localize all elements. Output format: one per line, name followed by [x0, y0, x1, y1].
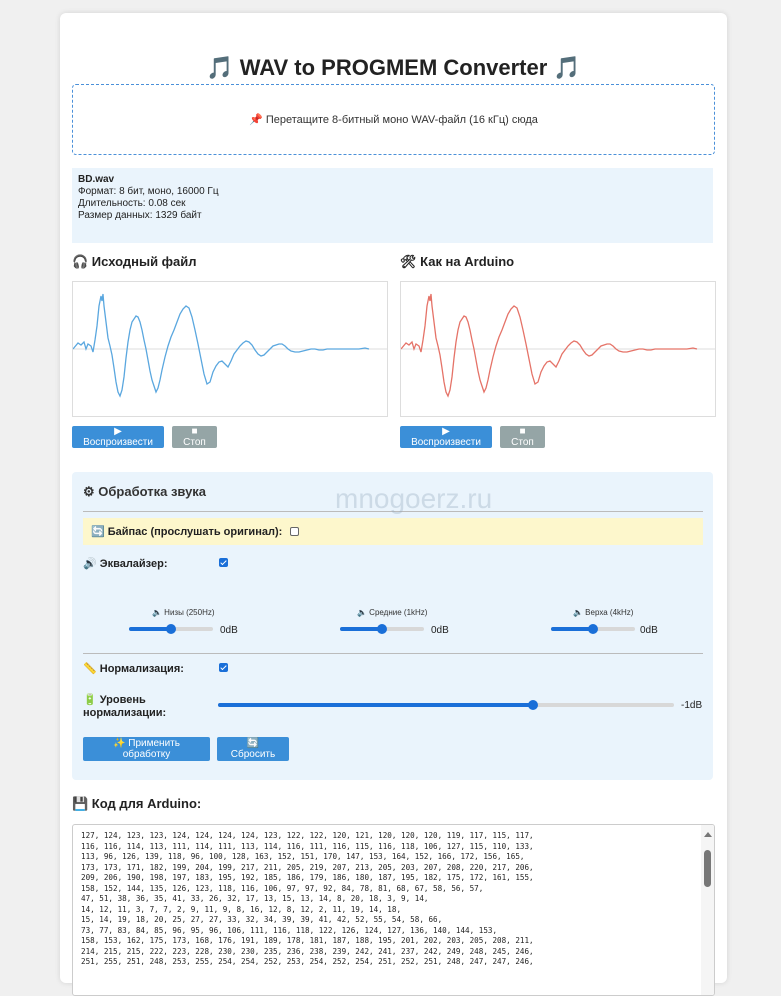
- dropzone-text: 📌 Перетащите 8-битный моно WAV-файл (16 …: [249, 114, 538, 126]
- arduino-waveform: [400, 281, 716, 417]
- bypass-label: 🔄 Байпас (прослушать оригинал):: [91, 526, 283, 538]
- processing-panel: ⚙ Обработка звука 🔄 Байпас (прослушать о…: [72, 472, 713, 780]
- file-info-panel: BD.wav Формат: 8 бит, моно, 16000 Гц Дли…: [72, 168, 713, 243]
- eq-mid-fill: [340, 627, 382, 631]
- processing-title: ⚙ Обработка звука: [83, 484, 207, 499]
- eq-mid-slider[interactable]: [340, 624, 424, 634]
- eq-low-label: 🔈 Низы (250Hz): [152, 608, 215, 617]
- equalizer-label: 🔊 Эквалайзер:: [83, 558, 168, 570]
- original-play-button[interactable]: ▶ Воспроизвести: [72, 426, 164, 448]
- code-output[interactable]: 127, 124, 123, 123, 124, 124, 124, 124, …: [72, 824, 715, 996]
- original-stop-button[interactable]: ■ Стоп: [172, 426, 217, 448]
- arduino-wave-path: [400, 293, 698, 398]
- code-text: 127, 124, 123, 123, 124, 124, 124, 124, …: [81, 831, 534, 966]
- norm-level-label-line2: нормализации:: [83, 707, 167, 719]
- watermark: mnogoerz.ru: [335, 483, 493, 514]
- eq-mid-label: 🔈 Средние (1kHz): [357, 608, 428, 617]
- processing-divider-mid: [83, 653, 703, 654]
- normalization-label: 📏 Нормализация:: [83, 663, 184, 675]
- norm-level-value: -1dB: [681, 700, 703, 711]
- arduino-waveform-svg: [400, 293, 715, 398]
- norm-level-label: 🔋 Уровень нормализации:: [83, 694, 166, 720]
- arduino-section-title: 🛠 Как на Arduino: [400, 254, 515, 269]
- file-duration: Длительность: 0.08 сек: [78, 198, 186, 209]
- norm-level-thumb[interactable]: [527, 700, 538, 710]
- apply-processing-button[interactable]: ✨ Применить обработку: [83, 737, 210, 761]
- original-section-title: 🎧 Исходный файл: [72, 254, 197, 269]
- original-waveform-svg: [72, 293, 387, 398]
- norm-level-label-line1: 🔋 Уровень: [83, 694, 146, 706]
- eq-mid-value: 0dB: [431, 625, 449, 636]
- file-format: Формат: 8 бит, моно, 16000 Гц: [78, 186, 219, 197]
- eq-high-fill: [551, 627, 593, 631]
- eq-low-slider[interactable]: [129, 624, 213, 634]
- eq-low-value: 0dB: [220, 625, 238, 636]
- file-size: Размер данных: 1329 байт: [78, 210, 202, 221]
- norm-level-slider[interactable]: [218, 700, 674, 710]
- bypass-row: 🔄 Байпас (прослушать оригинал):: [83, 518, 703, 545]
- eq-high-value: 0dB: [640, 625, 658, 636]
- original-waveform: [72, 281, 388, 417]
- code-section-title: 💾 Код для Arduino:: [72, 796, 202, 811]
- scroll-thumb[interactable]: [704, 850, 711, 887]
- original-wave-path: [72, 293, 370, 398]
- converter-card: 🎵 WAV to PROGMEM Converter 🎵 📌 Перетащит…: [60, 13, 727, 996]
- eq-high-label: 🔈 Верха (4kHz): [573, 608, 634, 617]
- wav-dropzone[interactable]: 📌 Перетащите 8-битный моно WAV-файл (16 …: [72, 84, 715, 155]
- eq-high-slider[interactable]: [551, 624, 635, 634]
- page-title: 🎵 WAV to PROGMEM Converter 🎵: [206, 55, 581, 80]
- scroll-up-arrow-icon[interactable]: [704, 832, 712, 837]
- reset-button[interactable]: 🔄 Сбросить: [217, 737, 289, 761]
- eq-mid-thumb[interactable]: [377, 624, 387, 634]
- bypass-checkbox[interactable]: [290, 527, 300, 536]
- eq-low-thumb[interactable]: [166, 624, 176, 634]
- normalization-checkbox[interactable]: [219, 663, 228, 672]
- eq-low-fill: [129, 627, 171, 631]
- equalizer-checkbox[interactable]: [219, 558, 228, 567]
- norm-level-fill: [218, 703, 533, 707]
- eq-high-thumb[interactable]: [588, 624, 598, 634]
- arduino-play-button[interactable]: ▶ Воспроизвести: [400, 426, 492, 448]
- file-name: BD.wav: [78, 174, 115, 185]
- arduino-stop-button[interactable]: ■ Стоп: [500, 426, 545, 448]
